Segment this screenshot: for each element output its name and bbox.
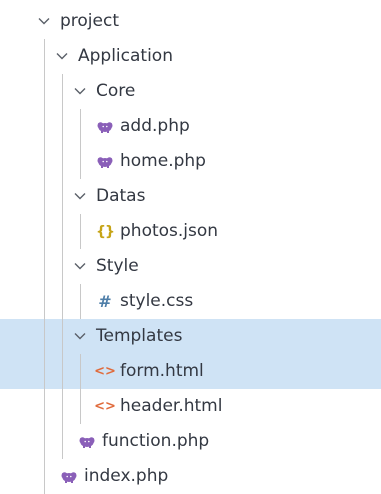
tree-file-item[interactable]: home.php: [0, 144, 381, 179]
tree-item-label: form.html: [120, 361, 204, 381]
php-elephant-icon: [96, 155, 114, 169]
html-code-icon: <>: [94, 364, 116, 379]
php-elephant-icon: [96, 120, 114, 134]
tree-item-label: add.php: [120, 116, 190, 136]
tree-folder-item[interactable]: project: [0, 4, 381, 39]
tree-item-label: function.php: [102, 431, 210, 451]
tree-item-label: header.html: [120, 396, 223, 416]
tree-folder-item[interactable]: Application: [0, 39, 381, 74]
chevron-down-icon[interactable]: [72, 188, 90, 206]
tree-file-item[interactable]: {} photos.json: [0, 214, 381, 249]
indent-guide: [80, 214, 81, 249]
indent-guide: [62, 74, 63, 459]
tree-item-label: style.css: [120, 291, 194, 311]
chevron-down-icon[interactable]: [72, 83, 90, 101]
tree-folder-item[interactable]: Datas: [0, 179, 381, 214]
tree-item-label: Templates: [96, 326, 183, 346]
tree-folder-item[interactable]: Core: [0, 74, 381, 109]
indent-guide: [44, 39, 45, 494]
json-braces-icon: {}: [96, 223, 115, 240]
tree-item-label: home.php: [120, 151, 206, 171]
tree-file-item[interactable]: <> form.html: [0, 354, 381, 389]
css-hash-icon: #: [98, 292, 112, 311]
tree-item-label: Core: [96, 81, 136, 101]
chevron-down-icon[interactable]: [72, 258, 90, 276]
chevron-down-icon[interactable]: [72, 328, 90, 346]
tree-item-label: project: [60, 11, 120, 31]
tree-item-label: photos.json: [120, 221, 219, 241]
tree-item-label: Datas: [96, 186, 146, 206]
tree-file-item[interactable]: # style.css: [0, 284, 381, 319]
chevron-down-icon[interactable]: [54, 48, 72, 66]
chevron-down-icon[interactable]: [36, 13, 54, 31]
tree-file-item[interactable]: index.php: [0, 459, 381, 494]
indent-guide: [80, 354, 81, 424]
php-elephant-icon: [78, 435, 96, 449]
tree-item-label: Application: [78, 46, 173, 66]
indent-guide: [80, 109, 81, 179]
html-code-icon: <>: [94, 399, 116, 414]
tree-file-item[interactable]: function.php: [0, 424, 381, 459]
php-elephant-icon: [60, 470, 78, 484]
tree-item-label: Style: [96, 256, 139, 276]
tree-file-item[interactable]: add.php: [0, 109, 381, 144]
indent-guide: [80, 284, 81, 319]
tree-item-label: index.php: [84, 466, 169, 486]
tree-folder-item[interactable]: Style: [0, 249, 381, 284]
file-explorer-tree: project Application Core add.php home.php Dat…: [0, 0, 381, 494]
tree-folder-item[interactable]: Templates: [0, 319, 381, 354]
tree-file-item[interactable]: <> header.html: [0, 389, 381, 424]
